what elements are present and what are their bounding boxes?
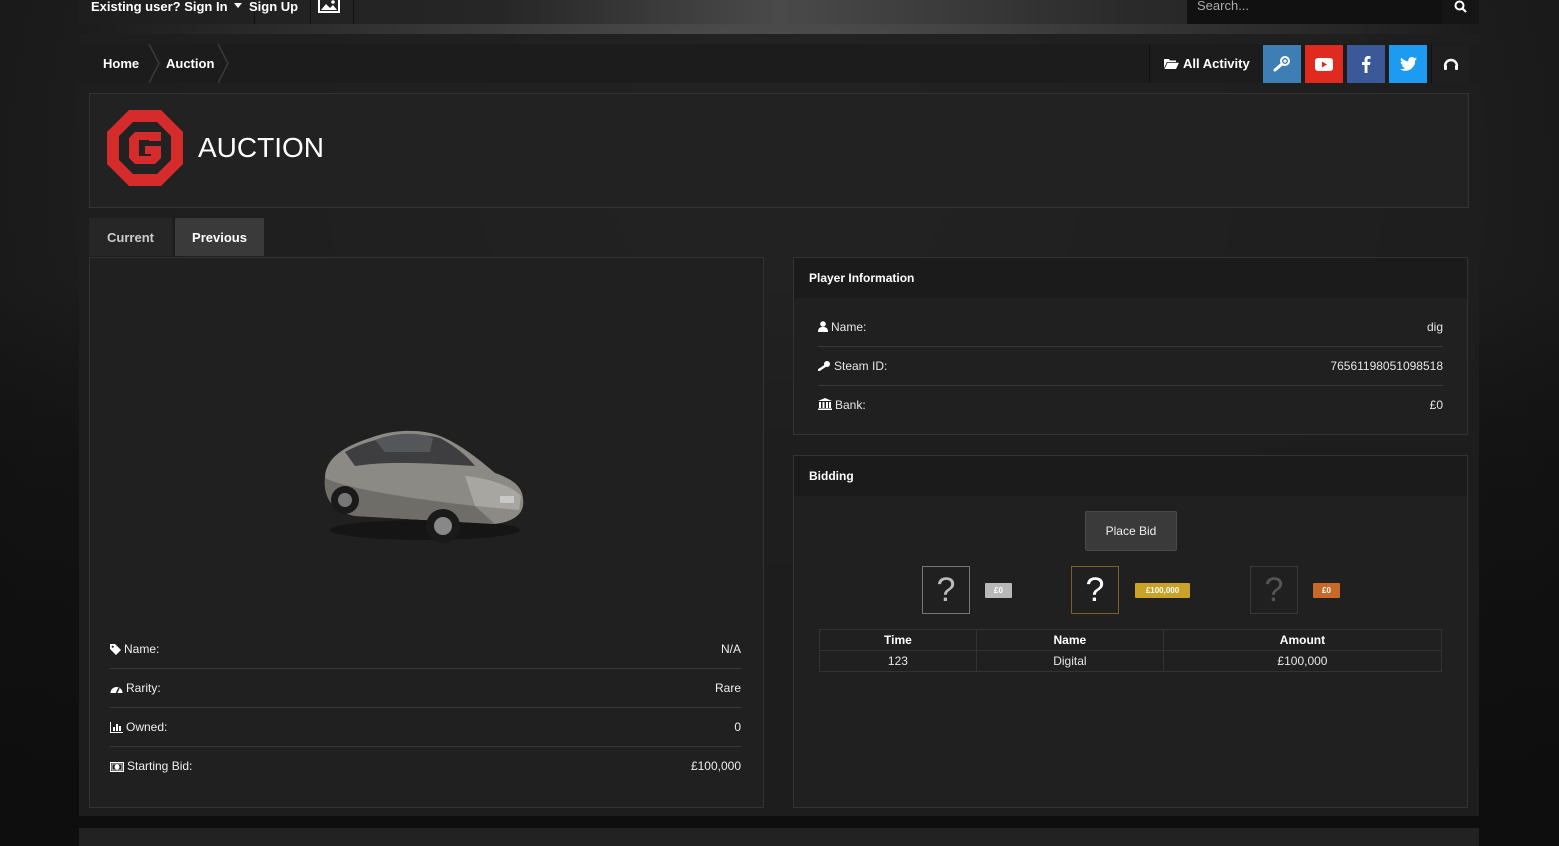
table-row: 123 Digital £100,000: [819, 650, 1443, 672]
breadcrumb-home[interactable]: Home: [103, 44, 139, 83]
item-starting-bid-label: Starting Bid:: [127, 759, 193, 773]
main-panel: Home Auction All Activity AUCTION Curren…: [79, 34, 1479, 816]
youtube-link[interactable]: [1305, 45, 1343, 83]
facebook-link[interactable]: [1347, 45, 1385, 83]
top-nav: Existing user? Sign In Sign Up Search...: [79, 0, 1479, 24]
bid-name-cell: Digital: [975, 650, 1164, 672]
breadcrumb-separator: [217, 44, 229, 83]
item-starting-bid-row: Starting Bid: £100,000: [110, 747, 741, 786]
top-bidder-amount-badge: £0: [1313, 583, 1340, 598]
user-icon: [818, 321, 828, 332]
player-name-label: Name:: [831, 320, 867, 334]
breadcrumb: Home Auction All Activity: [79, 44, 1479, 83]
player-name-value: dig: [1426, 320, 1443, 334]
top-bidder-avatar: ?: [1071, 566, 1119, 614]
bid-time-cell: 123: [819, 650, 977, 672]
top-bidder-avatar: ?: [922, 566, 970, 614]
player-steamid-value: 76561198051098518: [1330, 359, 1443, 373]
item-owned-value: 0: [734, 720, 741, 734]
table-header-name: Name: [975, 629, 1164, 651]
all-activity-link[interactable]: All Activity: [1149, 44, 1264, 83]
site-logo: [107, 110, 183, 186]
bidding-heading: Bidding: [794, 456, 1467, 496]
bid-history-table: Time Name Amount 123 Digital £100,000: [819, 629, 1443, 672]
tag-icon: [110, 644, 121, 655]
steam-icon: [817, 361, 830, 372]
player-bank-label: Bank:: [835, 398, 866, 412]
table-header-time: Time: [819, 629, 977, 651]
bid-amount-cell: £100,000: [1162, 650, 1443, 672]
folder-open-icon: [1164, 59, 1179, 69]
page-header: AUCTION: [89, 93, 1469, 208]
item-rarity-row: Rarity: Rare: [110, 669, 741, 708]
item-rarity-label: Rarity:: [126, 681, 161, 695]
facebook-icon: [1362, 56, 1371, 73]
vehicle-image: [324, 430, 524, 543]
image-icon: [318, 0, 340, 13]
player-bank-value: £0: [1429, 398, 1443, 412]
player-info-heading: Player Information: [794, 258, 1467, 298]
breadcrumb-auction[interactable]: Auction: [166, 44, 214, 83]
teamspeak-link[interactable]: [1431, 45, 1469, 83]
signup-link[interactable]: Sign Up: [237, 0, 312, 24]
all-activity-label: All Activity: [1183, 56, 1250, 71]
gauge-icon: [110, 687, 123, 694]
item-starting-bid-value: £100,000: [690, 759, 741, 773]
table-header-amount: Amount: [1162, 629, 1443, 651]
search-placeholder: Search...: [1197, 0, 1250, 13]
money-icon: [110, 762, 124, 772]
footer-strip: [79, 828, 1479, 846]
player-name-row: Name: dig: [818, 308, 1443, 347]
bar-chart-icon: [110, 722, 123, 733]
place-bid-button[interactable]: Place Bid: [1085, 511, 1177, 551]
twitter-link[interactable]: [1389, 45, 1427, 83]
search-icon: [1454, 0, 1467, 13]
tab-previous[interactable]: Previous: [175, 218, 264, 256]
top-bidder-avatar: ?: [1250, 566, 1298, 614]
page-title: AUCTION: [198, 132, 324, 163]
item-name-value: N/A: [720, 642, 741, 656]
item-panel: Name: N/A Rarity: Rare Owned: 0 Starting…: [89, 257, 764, 808]
item-owned-label: Owned:: [126, 720, 168, 734]
teamspeak-icon: [1443, 58, 1458, 70]
signin-dropdown[interactable]: Existing user? Sign In: [79, 0, 255, 24]
player-bank-row: Bank: £0: [818, 386, 1443, 425]
bidding-panel: Bidding Place Bid ? £0 ? £100,000 ? £0 T…: [793, 455, 1468, 808]
steam-link[interactable]: [1263, 45, 1301, 83]
player-steamid-label: Steam ID:: [834, 359, 888, 373]
item-rarity-value: Rare: [714, 681, 741, 695]
top-bidder-amount-badge: £0: [985, 583, 1012, 598]
image-button[interactable]: [308, 0, 354, 24]
player-info-panel: Player Information Name: dig Steam ID: 7…: [793, 257, 1468, 435]
breadcrumb-separator: [148, 44, 160, 83]
signup-label: Sign Up: [249, 0, 299, 14]
bank-icon: [818, 398, 832, 410]
player-steamid-row: Steam ID: 76561198051098518: [817, 347, 1443, 386]
signin-label: Existing user? Sign In: [91, 0, 228, 14]
twitter-icon: [1399, 57, 1417, 71]
search-button[interactable]: [1442, 0, 1479, 24]
item-name-row: Name: N/A: [110, 630, 741, 669]
youtube-icon: [1315, 57, 1333, 71]
item-owned-row: Owned: 0: [110, 708, 741, 747]
item-name-label: Name:: [124, 642, 160, 656]
steam-icon: [1273, 56, 1290, 72]
top-bidder-amount-badge: £100,000: [1135, 583, 1190, 598]
search-input[interactable]: Search...: [1187, 0, 1442, 24]
tab-current[interactable]: Current: [89, 218, 172, 256]
